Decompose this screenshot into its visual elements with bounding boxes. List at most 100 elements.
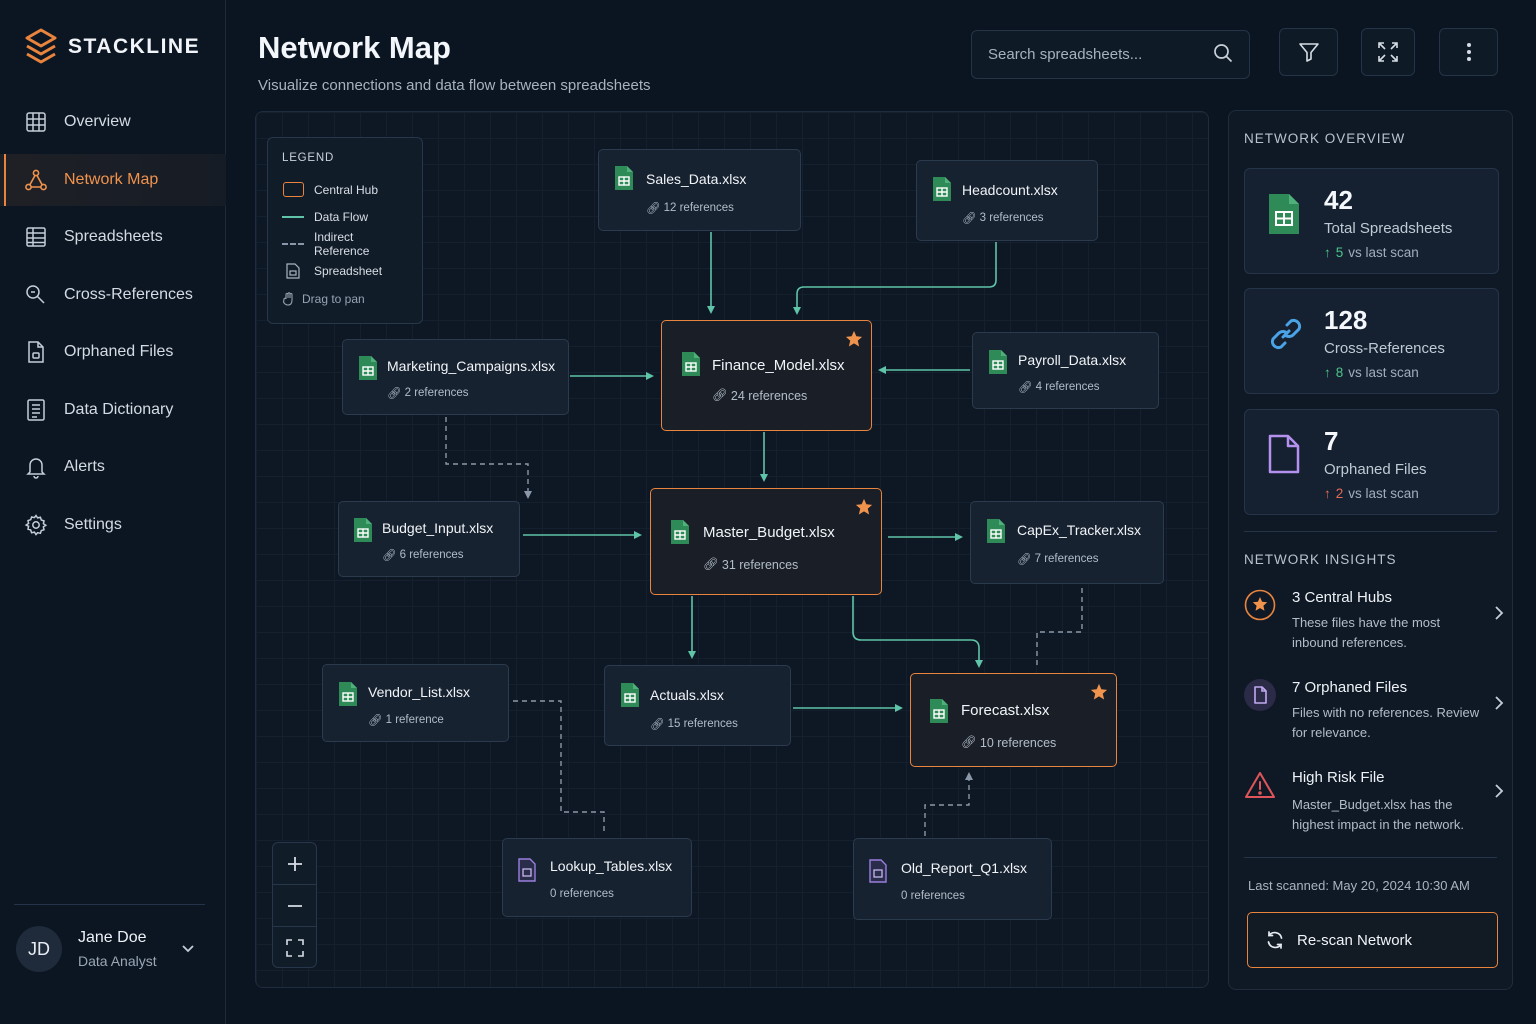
node-sales-data[interactable]: Sales_Data.xlsx 🔗︎ 12 references [598, 149, 801, 231]
node-forecast[interactable]: Forecast.xlsx 🔗︎ 10 references [910, 673, 1117, 767]
spreadsheet-green-icon [337, 681, 359, 712]
divider [14, 904, 205, 905]
node-refs: 🔗︎ 15 references [650, 718, 738, 731]
chevron-right-icon [1494, 783, 1504, 804]
zoom-in-button[interactable] [273, 843, 316, 885]
expand-icon [1378, 42, 1398, 62]
node-capex-tracker[interactable]: CapEx_Tracker.xlsx 🔗︎ 7 references [970, 501, 1164, 584]
divider [1244, 531, 1497, 532]
edge-capex-forecast [1036, 588, 1083, 668]
user-profile[interactable]: JD Jane Doe Data Analyst [16, 926, 157, 972]
network-canvas[interactable]: LEGEND Central Hub Data Flow Indirect Re… [255, 111, 1209, 988]
insight-title: 7 Orphaned Files [1292, 679, 1408, 696]
link-search-icon [24, 283, 48, 307]
edge-master-forecast [852, 596, 983, 668]
spreadsheet-green-icon [985, 518, 1007, 549]
node-refs: 🔗︎ 12 references [646, 202, 734, 215]
insight-orphaned-files[interactable]: 7 Orphaned Files Files with no reference… [1244, 679, 1504, 745]
search-icon[interactable] [1213, 43, 1233, 67]
filter-button[interactable] [1279, 28, 1338, 76]
star-badge-icon [1244, 589, 1276, 621]
node-name: Finance_Model.xlsx [712, 357, 845, 374]
spreadsheet-green-icon [928, 698, 950, 729]
node-finance-model[interactable]: Finance_Model.xlsx 🔗︎ 24 references [661, 320, 872, 431]
fullscreen-button[interactable] [1361, 28, 1415, 76]
last-scanned: Last scanned: May 20, 2024 10:30 AM [1248, 878, 1470, 893]
insight-central-hubs[interactable]: 3 Central Hubs These files have the most… [1244, 589, 1504, 655]
node-name: Budget_Input.xlsx [382, 520, 494, 536]
chevron-down-icon[interactable] [180, 940, 196, 961]
insight-high-risk-file[interactable]: High Risk File Master_Budget.xlsx has th… [1244, 769, 1504, 839]
legend-item: Indirect Reference [282, 230, 408, 258]
node-vendor-list[interactable]: Vendor_List.xlsx 🔗︎ 1 reference [322, 664, 509, 742]
dashed-line-icon [282, 242, 304, 245]
zoom-out-button[interactable] [273, 885, 316, 927]
fit-screen-icon [285, 939, 304, 957]
node-budget-input[interactable]: Budget_Input.xlsx 🔗︎ 6 references [338, 501, 520, 577]
stat-value: 128 [1324, 305, 1368, 335]
stat-value: 7 [1324, 426, 1339, 456]
rescan-network-button[interactable]: Re-scan Network [1247, 912, 1498, 968]
edge-vendor-lookup [513, 700, 605, 832]
node-name: Payroll_Data.xlsx [1018, 352, 1127, 368]
sidebar-item-settings[interactable]: Settings [0, 499, 226, 551]
star-icon [845, 330, 863, 353]
sidebar-item-alerts[interactable]: Alerts [0, 441, 226, 493]
node-refs: 🔗︎ 3 references [962, 212, 1044, 225]
sidebar-item-data-dictionary[interactable]: Data Dictionary [0, 384, 226, 436]
node-name: Actuals.xlsx [650, 687, 724, 703]
network-overview-panel: NETWORK OVERVIEW 42 Total Spreadsheets ↑… [1228, 110, 1513, 990]
sidebar-item-overview[interactable]: Overview [0, 96, 226, 148]
sidebar-item-label: Network Map [64, 170, 159, 188]
node-marketing-campaigns[interactable]: Marketing_Campaigns.xlsx 🔗︎ 2 references [342, 339, 569, 415]
more-options-button[interactable] [1439, 28, 1498, 76]
search-input[interactable]: Search spreadsheets... [971, 30, 1250, 79]
avatar: JD [16, 926, 62, 972]
link-icon: 🔗︎ [368, 715, 383, 727]
node-actuals[interactable]: Actuals.xlsx 🔗︎ 15 references [604, 665, 791, 746]
spreadsheet-green-icon [931, 176, 953, 207]
spreadsheet-green-icon [987, 349, 1009, 380]
sidebar-item-label: Orphaned Files [64, 343, 174, 360]
section-title: NETWORK INSIGHTS [1244, 552, 1397, 567]
user-role: Data Analyst [78, 953, 157, 969]
hand-icon [282, 292, 293, 306]
stat-card-total-spreadsheets: 42 Total Spreadsheets ↑ 5 vs last scan [1244, 168, 1499, 274]
chevron-right-icon [1494, 695, 1504, 716]
hub-swatch-icon [282, 182, 304, 197]
sidebar-item-cross-references[interactable]: Cross-References [0, 269, 226, 321]
sidebar-item-label: Settings [64, 515, 122, 533]
sidebar: STACKLINE Overview Network Map Spreadshe… [0, 0, 226, 1024]
legend-item: Central Hub [282, 176, 408, 203]
stat-label: Cross-References [1324, 340, 1445, 357]
spreadsheet-green-icon [1267, 193, 1301, 240]
node-lookup-tables[interactable]: Lookup_Tables.xlsx 0 references [502, 838, 692, 917]
edge-headcount-finance [793, 242, 997, 315]
file-icon [1267, 434, 1301, 479]
fit-view-button[interactable] [273, 927, 316, 969]
node-refs: 🔗︎ 24 references [712, 388, 808, 403]
node-headcount[interactable]: Headcount.xlsx 🔗︎ 3 references [916, 160, 1098, 241]
flow-line-icon [282, 215, 304, 218]
legend-item: Data Flow [282, 203, 408, 230]
node-old-report-q1[interactable]: Old_Report_Q1.xlsx 0 references [853, 838, 1052, 920]
node-refs: 🔗︎ 31 references [703, 557, 799, 572]
divider [1244, 857, 1497, 858]
stat-delta: ↑ 8 vs last scan [1324, 365, 1419, 380]
sidebar-item-network-map[interactable]: Network Map [0, 153, 226, 206]
sidebar-item-spreadsheets[interactable]: Spreadsheets [0, 211, 226, 263]
sidebar-item-orphaned-files[interactable]: Orphaned Files [0, 326, 226, 378]
node-name: Headcount.xlsx [962, 182, 1058, 198]
brand-name: STACKLINE [68, 35, 201, 58]
stackline-logo-icon [25, 28, 57, 64]
spreadsheet-green-icon [613, 165, 635, 196]
node-name: Master_Budget.xlsx [703, 524, 835, 541]
orphan-file-icon [868, 859, 888, 888]
node-name: Vendor_List.xlsx [368, 684, 470, 700]
sidebar-item-label: Overview [64, 113, 131, 130]
node-master-budget[interactable]: Master_Budget.xlsx 🔗︎ 31 references [650, 488, 882, 595]
brand[interactable]: STACKLINE [24, 28, 200, 66]
section-title: NETWORK OVERVIEW [1244, 131, 1406, 146]
node-payroll-data[interactable]: Payroll_Data.xlsx 🔗︎ 4 references [972, 332, 1159, 409]
stat-card-orphaned-files: 7 Orphaned Files ↑ 2 vs last scan [1244, 409, 1499, 515]
